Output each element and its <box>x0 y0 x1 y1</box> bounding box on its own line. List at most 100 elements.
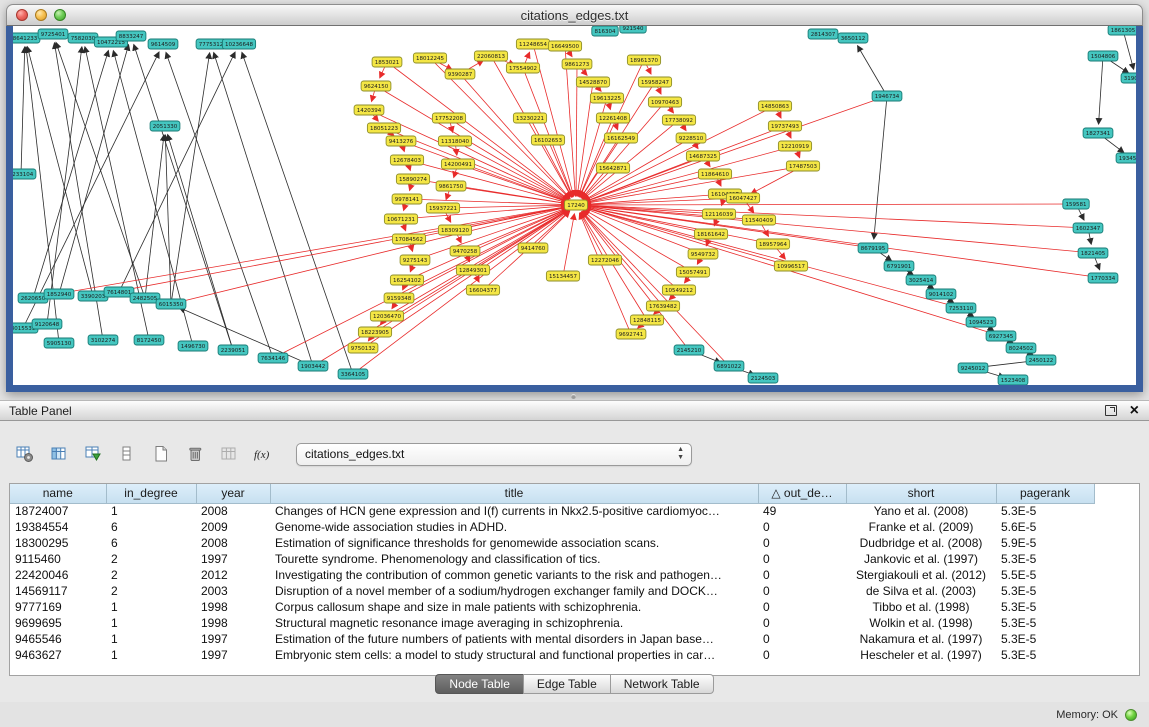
graph-node[interactable]: 17752208 <box>432 113 465 123</box>
delete-table-button[interactable] <box>182 441 208 467</box>
float-panel-icon[interactable] <box>1105 405 1117 416</box>
graph-edge[interactable] <box>874 96 887 239</box>
graph-node[interactable]: 8679195 <box>858 243 888 253</box>
function-builder-button[interactable]: f(x) <box>250 441 276 467</box>
graph-node[interactable]: 3364105 <box>338 369 368 379</box>
graph-node[interactable]: 18223905 <box>358 327 391 337</box>
graph-node[interactable]: 7253110 <box>946 303 976 313</box>
graph-node[interactable]: 1946734 <box>872 91 902 101</box>
graph-node[interactable]: 3190470 <box>1121 73 1136 83</box>
graph-node[interactable]: 17554902 <box>506 63 539 73</box>
column-header[interactable]: year <box>196 484 270 503</box>
graph-node[interactable]: 12678403 <box>390 155 423 165</box>
graph-node[interactable]: 6233104 <box>13 169 36 179</box>
graph-node[interactable]: 9725401 <box>38 29 68 39</box>
graph-edge[interactable] <box>21 47 25 174</box>
table-row[interactable]: 1872400712008Changes of HCN gene express… <box>10 503 1094 519</box>
create-column-button[interactable] <box>80 441 106 467</box>
graph-node[interactable]: 3650112 <box>838 33 868 43</box>
graph-edge[interactable] <box>119 52 235 292</box>
graph-node[interactable]: 6791901 <box>884 261 914 271</box>
graph-node[interactable]: 2051330 <box>150 121 180 131</box>
graph-node[interactable]: 1496730 <box>178 341 208 351</box>
graph-node[interactable]: 1903442 <box>298 361 328 371</box>
graph-edge[interactable] <box>580 213 631 334</box>
graph-node[interactable]: 16254102 <box>390 275 423 285</box>
graph-node[interactable]: 18012245 <box>413 53 446 63</box>
graph-node[interactable]: 3102274 <box>88 335 118 345</box>
graph-edge[interactable] <box>171 53 210 304</box>
graph-node[interactable]: 18051223 <box>367 123 400 133</box>
graph-node[interactable]: 15937221 <box>426 203 459 213</box>
column-header[interactable]: pagerank <box>996 484 1094 503</box>
table-row[interactable]: 1938455462009Genome-wide association stu… <box>10 519 1094 535</box>
graph-edge[interactable] <box>145 135 164 298</box>
graph-node[interactable]: 1523408 <box>998 375 1028 385</box>
graph-node[interactable]: 159581 <box>1063 199 1089 209</box>
graph-node[interactable]: 9014102 <box>926 289 956 299</box>
graph-node[interactable]: 17639482 <box>646 301 679 311</box>
graph-node[interactable]: 8641233 <box>13 33 40 43</box>
graph-edge[interactable] <box>580 213 605 260</box>
table-row[interactable]: 1456911722003Disruption of a novel membe… <box>10 583 1094 599</box>
graph-node[interactable]: 12272046 <box>588 255 621 265</box>
row-height-button[interactable] <box>114 441 140 467</box>
graph-edge[interactable] <box>1123 30 1134 69</box>
graph-node[interactable]: 9978141 <box>392 194 422 204</box>
graph-node[interactable]: 2482505 <box>130 293 160 303</box>
graph-node[interactable]: 15134457 <box>546 271 579 281</box>
graph-node[interactable]: 19737493 <box>768 121 801 131</box>
show-columns-button[interactable] <box>46 441 72 467</box>
graph-node[interactable]: 12261408 <box>596 113 629 123</box>
column-header[interactable]: name <box>10 484 106 503</box>
table-row[interactable]: 1830029562008Estimation of significance … <box>10 535 1094 551</box>
graph-edge[interactable] <box>165 135 171 304</box>
graph-edge[interactable] <box>33 51 108 298</box>
graph-edge[interactable] <box>1099 56 1103 124</box>
column-header[interactable]: △ out_de… <box>758 484 846 503</box>
new-table-button[interactable] <box>148 441 174 467</box>
graph-node[interactable]: 10549212 <box>662 285 695 295</box>
graph-node[interactable]: 2239051 <box>218 345 248 355</box>
graph-node[interactable]: 10996517 <box>774 261 807 271</box>
column-header[interactable]: in_degree <box>106 484 196 503</box>
graph-edge[interactable] <box>458 164 567 202</box>
graph-node[interactable]: 9228510 <box>676 133 706 143</box>
graph-edge[interactable] <box>93 207 567 296</box>
graph-edge[interactable] <box>168 135 233 350</box>
graph-node[interactable]: 11864610 <box>698 169 731 179</box>
table-row[interactable]: 977716911998Corpus callosum shape and si… <box>10 599 1094 615</box>
graph-edge[interactable] <box>533 211 570 248</box>
graph-node[interactable]: 1827341 <box>1083 128 1113 138</box>
graph-node[interactable]: 16047427 <box>726 193 759 203</box>
graph-edge[interactable] <box>585 194 725 204</box>
graph-node[interactable]: 9750132 <box>348 343 378 353</box>
graph-node[interactable]: 3025414 <box>906 275 936 285</box>
graph-node[interactable]: 9120648 <box>32 319 62 329</box>
graph-node[interactable]: 18957964 <box>756 239 789 249</box>
graph-node[interactable]: 8833247 <box>116 31 146 41</box>
graph-edge[interactable] <box>166 52 273 358</box>
table-row[interactable]: 946554611997Estimation of the future num… <box>10 631 1094 647</box>
graph-node[interactable]: 19613225 <box>590 93 623 103</box>
graph-node[interactable]: 921540 <box>620 26 646 33</box>
table-row[interactable]: 969969511998Structural magnetic resonanc… <box>10 615 1094 631</box>
table-selector-dropdown[interactable]: citations_edges.txt ▲▼ <box>296 443 692 466</box>
tab-edge-table[interactable]: Edge Table <box>523 674 611 694</box>
graph-node[interactable]: 7775312 <box>196 39 226 49</box>
graph-node[interactable]: 6927345 <box>986 331 1016 341</box>
graph-node[interactable]: 22060813 <box>474 51 507 61</box>
graph-node[interactable]: 1821405 <box>1078 248 1108 258</box>
graph-node[interactable]: 14687325 <box>686 151 719 161</box>
graph-node[interactable]: 7634146 <box>258 353 288 363</box>
graph-node[interactable]: 11540409 <box>742 215 775 225</box>
graph-edge[interactable] <box>23 52 159 328</box>
column-header[interactable]: short <box>846 484 996 503</box>
graph-node[interactable]: 12116039 <box>702 209 735 219</box>
close-button[interactable] <box>16 9 28 21</box>
graph-node[interactable]: 1770334 <box>1088 273 1118 283</box>
graph-node[interactable]: 11318040 <box>438 136 471 146</box>
graph-node[interactable]: 9414760 <box>518 243 548 253</box>
graph-node[interactable]: 17738092 <box>662 115 695 125</box>
graph-node[interactable]: 12210919 <box>778 141 811 151</box>
